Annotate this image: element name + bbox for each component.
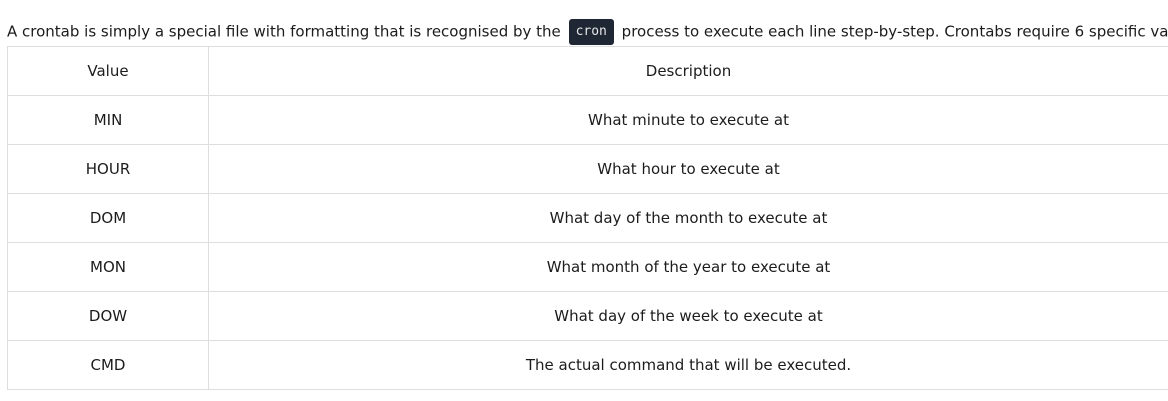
cell-description: What hour to execute at: [208, 144, 1168, 194]
table-row: MON What month of the year to execute at: [7, 242, 1168, 292]
cell-description: The actual command that will be executed…: [208, 340, 1168, 390]
cell-value: HOUR: [7, 144, 209, 194]
cell-value: CMD: [7, 340, 209, 390]
cell-value: MON: [7, 242, 209, 292]
header-value: Value: [7, 46, 209, 96]
cell-description: What minute to execute at: [208, 95, 1168, 145]
cell-description: What day of the week to execute at: [208, 291, 1168, 341]
table-header-row: Value Description: [7, 46, 1168, 96]
cell-value: DOM: [7, 193, 209, 243]
table-row: CMD The actual command that will be exec…: [7, 340, 1168, 390]
cell-value: DOW: [7, 291, 209, 341]
crontab-values-table: Value Description MIN What minute to exe…: [7, 46, 1168, 390]
table-row: DOW What day of the week to execute at: [7, 291, 1168, 341]
intro-paragraph: A crontab is simply a special file with …: [7, 19, 1168, 45]
intro-text-after: process to execute each line step-by-ste…: [621, 22, 1168, 41]
cell-value: MIN: [7, 95, 209, 145]
inline-code-cron: cron: [568, 19, 614, 45]
header-description: Description: [208, 46, 1168, 96]
table-row: HOUR What hour to execute at: [7, 144, 1168, 194]
table-row: MIN What minute to execute at: [7, 95, 1168, 145]
table-row: DOM What day of the month to execute at: [7, 193, 1168, 243]
intro-text-before: A crontab is simply a special file with …: [7, 22, 561, 41]
cell-description: What month of the year to execute at: [208, 242, 1168, 292]
cell-description: What day of the month to execute at: [208, 193, 1168, 243]
